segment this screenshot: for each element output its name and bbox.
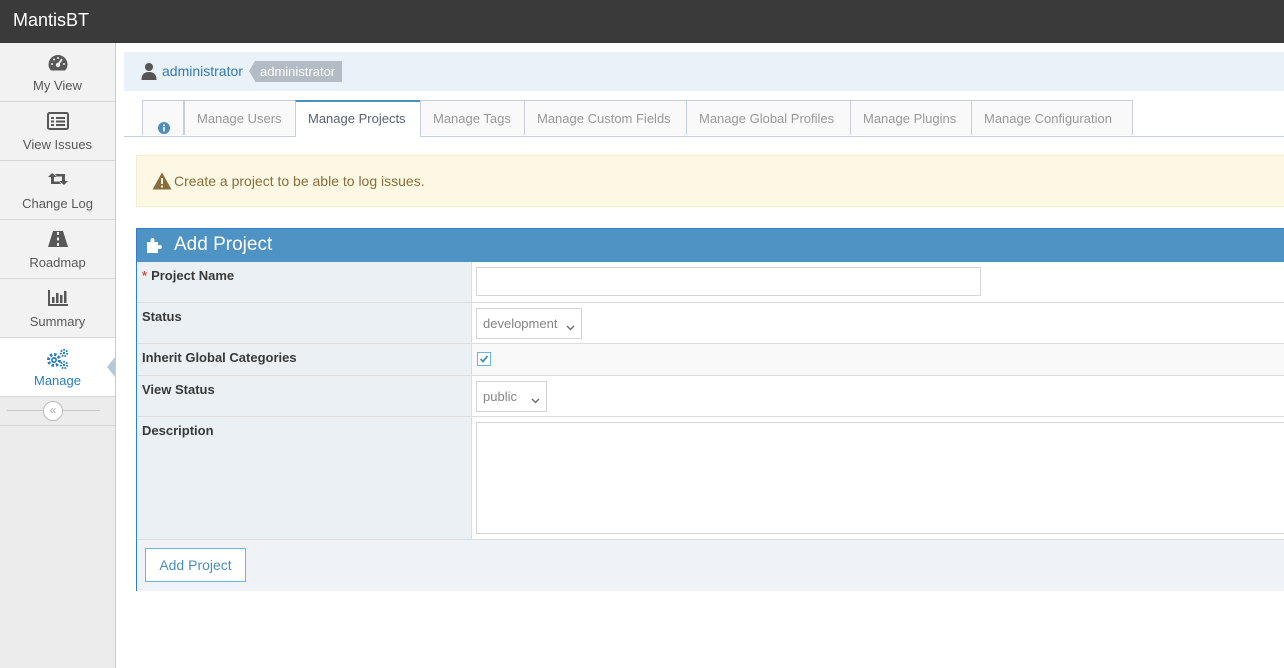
value-cell: public — [472, 376, 1284, 416]
tab-manage-projects[interactable]: Manage Projects — [295, 100, 421, 137]
status-select[interactable]: development — [476, 308, 582, 339]
inherit-categories-checkbox[interactable] — [477, 352, 491, 366]
sidebar-item-manage[interactable]: Manage — [0, 338, 115, 397]
tab-label: Manage Projects — [308, 111, 406, 126]
sidebar-item-roadmap[interactable]: Roadmap — [0, 220, 115, 279]
add-project-button[interactable]: Add Project — [145, 548, 246, 582]
sidebar-item-summary[interactable]: Summary — [0, 279, 115, 338]
tab-manage-custom-fields[interactable]: Manage Custom Fields — [524, 100, 687, 135]
value-cell — [472, 344, 1284, 375]
project-name-input[interactable] — [476, 267, 981, 296]
selected-value: public — [483, 389, 517, 404]
brand-title[interactable]: MantisBT — [13, 10, 89, 31]
label-cell: Description — [137, 417, 472, 539]
sidebar-collapse-button[interactable]: « — [43, 401, 63, 421]
tab-label: Manage Configuration — [984, 111, 1112, 126]
required-marker: * — [142, 268, 148, 283]
sidebar-item-label: Summary — [29, 314, 86, 329]
selected-value: development — [483, 316, 558, 331]
tab-label: Manage Users — [197, 111, 282, 126]
row-project-name: * Project Name — [137, 262, 1284, 303]
value-cell — [472, 262, 1284, 302]
breadcrumb-user-link[interactable]: administrator — [162, 63, 243, 79]
bar-chart-icon — [0, 289, 115, 311]
warning-icon — [152, 172, 172, 193]
chevron-down-icon — [531, 392, 540, 407]
project-name-label: * Project Name — [142, 268, 234, 283]
label-cell: Status — [137, 303, 472, 343]
alert-message: Create a project to be able to log issue… — [174, 173, 425, 189]
value-cell: development — [472, 303, 1284, 343]
retweet-icon — [0, 171, 115, 193]
tab-manage-configuration[interactable]: Manage Configuration — [971, 100, 1133, 135]
sidebar-item-label: My View — [33, 78, 82, 93]
sidebar-item-label: Roadmap — [29, 255, 86, 270]
description-label: Description — [142, 423, 214, 438]
sidebar-item-view-issues[interactable]: View Issues — [0, 102, 115, 161]
tab-info[interactable] — [142, 100, 184, 135]
status-label: Status — [142, 309, 182, 324]
form-title: Add Project — [174, 234, 273, 255]
label-cell: Inherit Global Categories — [137, 344, 472, 375]
description-textarea[interactable] — [476, 422, 1284, 534]
user-icon — [141, 62, 157, 85]
row-status: Status development — [137, 303, 1284, 344]
top-navbar: MantisBT — [0, 0, 1284, 43]
tab-label: Manage Custom Fields — [537, 111, 671, 126]
label-cell: View Status — [137, 376, 472, 416]
view-status-label: View Status — [142, 382, 215, 397]
form-footer: Add Project — [137, 540, 1284, 591]
tab-manage-users[interactable]: Manage Users — [184, 100, 296, 135]
row-view-status: View Status public — [137, 376, 1284, 417]
value-cell — [472, 417, 1284, 539]
info-circle-icon — [158, 112, 170, 147]
sidebar-item-label: Manage — [34, 373, 81, 388]
warning-alert: Create a project to be able to log issue… — [136, 155, 1284, 207]
label-cell: * Project Name — [137, 262, 472, 302]
form-header: Add Project — [137, 229, 1284, 262]
sidebar-collapse-row: « — [0, 397, 115, 426]
tab-label: Manage Plugins — [863, 111, 957, 126]
checkmark-icon — [479, 355, 489, 363]
user-role-badge: administrator — [248, 61, 343, 82]
row-inherit-categories: Inherit Global Categories — [137, 344, 1284, 376]
row-description: Description — [137, 417, 1284, 540]
gears-icon — [0, 348, 115, 370]
label-text: Project Name — [151, 268, 235, 283]
tab-manage-plugins[interactable]: Manage Plugins — [850, 100, 972, 135]
sidebar: My View View Issues Change Log Roadmap S… — [0, 43, 116, 668]
sidebar-item-change-log[interactable]: Change Log — [0, 161, 115, 220]
sidebar-item-label: View Issues — [22, 137, 93, 152]
tab-label: Manage Global Profiles — [699, 111, 835, 126]
road-icon — [0, 230, 115, 252]
sidebar-item-label: Change Log — [22, 196, 93, 211]
tab-manage-tags[interactable]: Manage Tags — [420, 100, 525, 135]
list-alt-icon — [0, 112, 115, 134]
view-status-select[interactable]: public — [476, 381, 547, 412]
manage-tabs: Manage Users Manage Projects Manage Tags… — [124, 100, 1284, 137]
add-project-form: Add Project * Project Name Status develop… — [136, 228, 1284, 591]
chevron-down-icon — [566, 319, 575, 334]
breadcrumb: administrator administrator — [124, 52, 1284, 91]
tab-label: Manage Tags — [433, 111, 511, 126]
puzzle-piece-icon — [146, 237, 164, 259]
sidebar-item-my-view[interactable]: My View — [0, 43, 115, 102]
tab-manage-global-profiles[interactable]: Manage Global Profiles — [686, 100, 851, 135]
double-chevron-left-icon: « — [49, 403, 57, 417]
dashboard-icon — [0, 53, 115, 75]
inherit-categories-label: Inherit Global Categories — [142, 350, 297, 365]
